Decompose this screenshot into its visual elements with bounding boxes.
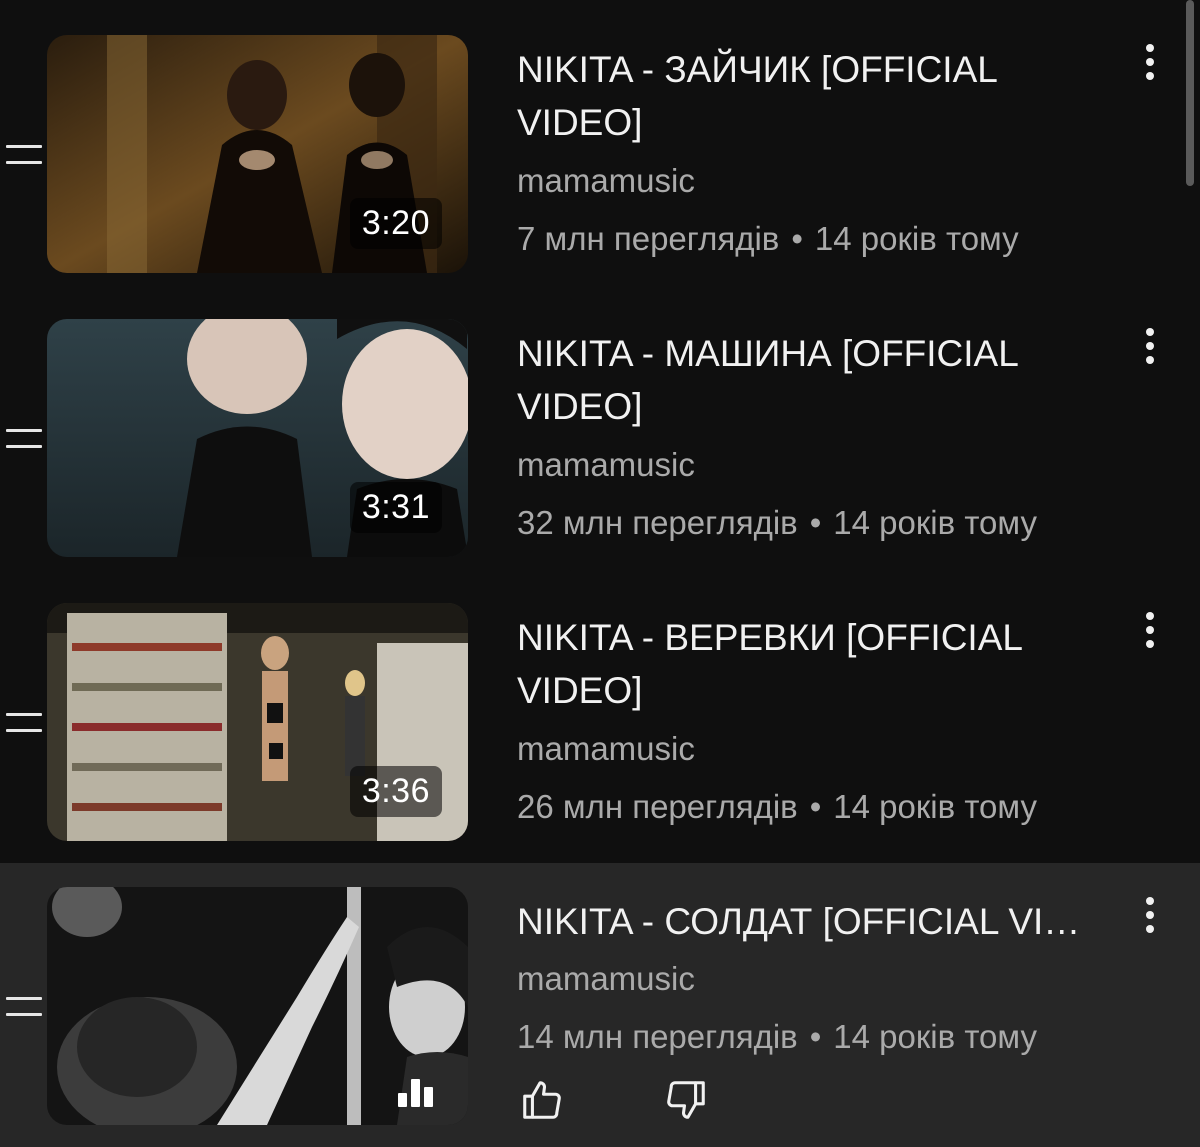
- playlist-item[interactable]: 3:20 NIKITA - ЗАЙЧИК [OFFICIAL VIDEO] ma…: [0, 0, 1200, 284]
- more-vertical-icon[interactable]: [1136, 895, 1164, 935]
- more-vertical-icon[interactable]: [1136, 610, 1164, 650]
- video-meta: 7 млн переглядів • 14 років тому: [517, 220, 1019, 258]
- upload-age: 14 років тому: [833, 504, 1037, 541]
- video-title[interactable]: NIKITA - МАШИНА [OFFICIAL VIDEO]: [517, 327, 1117, 433]
- more-vertical-icon[interactable]: [1136, 42, 1164, 82]
- video-thumbnail[interactable]: 3:31: [47, 319, 468, 557]
- upload-age: 14 років тому: [833, 1018, 1037, 1055]
- video-thumbnail[interactable]: [47, 887, 468, 1125]
- video-meta: 26 млн переглядів • 14 років тому: [517, 788, 1037, 826]
- thumbs-up-icon[interactable]: [519, 1077, 565, 1123]
- playlist: 3:20 NIKITA - ЗАЙЧИК [OFFICIAL VIDEO] ma…: [0, 0, 1200, 1147]
- video-meta: 32 млн переглядів • 14 років тому: [517, 504, 1037, 542]
- video-title[interactable]: NIKITA - СОЛДАТ [OFFICIAL VIDEO]: [517, 895, 1087, 948]
- channel-name[interactable]: mamamusic: [517, 162, 695, 200]
- video-duration: 3:31: [349, 482, 442, 533]
- channel-name[interactable]: mamamusic: [517, 730, 695, 768]
- meta-separator: •: [791, 220, 803, 257]
- channel-name[interactable]: mamamusic: [517, 960, 695, 998]
- meta-separator: •: [809, 788, 822, 825]
- equalizer-icon: [398, 1077, 446, 1107]
- thumbs-down-icon[interactable]: [663, 1077, 709, 1123]
- scrollbar[interactable]: [1186, 0, 1194, 186]
- upload-age: 14 років тому: [814, 220, 1019, 257]
- playlist-item[interactable]: 3:31 NIKITA - МАШИНА [OFFICIAL VIDEO] ma…: [0, 284, 1200, 568]
- drag-handle-icon[interactable]: [6, 145, 42, 169]
- video-duration: 3:36: [349, 766, 442, 817]
- more-vertical-icon[interactable]: [1136, 326, 1164, 366]
- video-title[interactable]: NIKITA - ЗАЙЧИК [OFFICIAL VIDEO]: [517, 43, 1117, 149]
- view-count: 14 млн переглядів: [517, 1018, 798, 1055]
- channel-name[interactable]: mamamusic: [517, 446, 695, 484]
- upload-age: 14 років тому: [833, 788, 1037, 825]
- drag-handle-icon[interactable]: [6, 713, 42, 737]
- video-duration: 3:20: [349, 198, 442, 249]
- drag-handle-icon[interactable]: [6, 997, 42, 1021]
- playlist-item[interactable]: 3:36 NIKITA - ВЕРЕВКИ [OFFICIAL VIDEO] m…: [0, 568, 1200, 852]
- view-count: 7 млн переглядів: [517, 220, 780, 257]
- view-count: 32 млн переглядів: [517, 504, 798, 541]
- video-thumbnail[interactable]: 3:36: [47, 603, 468, 841]
- video-meta: 14 млн переглядів • 14 років тому: [517, 1018, 1037, 1056]
- video-title[interactable]: NIKITA - ВЕРЕВКИ [OFFICIAL VIDEO]: [517, 611, 1117, 717]
- video-thumbnail[interactable]: 3:20: [47, 35, 468, 273]
- meta-separator: •: [809, 1018, 822, 1055]
- drag-handle-icon[interactable]: [6, 429, 42, 453]
- meta-separator: •: [809, 504, 822, 541]
- view-count: 26 млн переглядів: [517, 788, 798, 825]
- playlist-item-now-playing[interactable]: NIKITA - СОЛДАТ [OFFICIAL VIDEO] mamamus…: [0, 863, 1200, 1147]
